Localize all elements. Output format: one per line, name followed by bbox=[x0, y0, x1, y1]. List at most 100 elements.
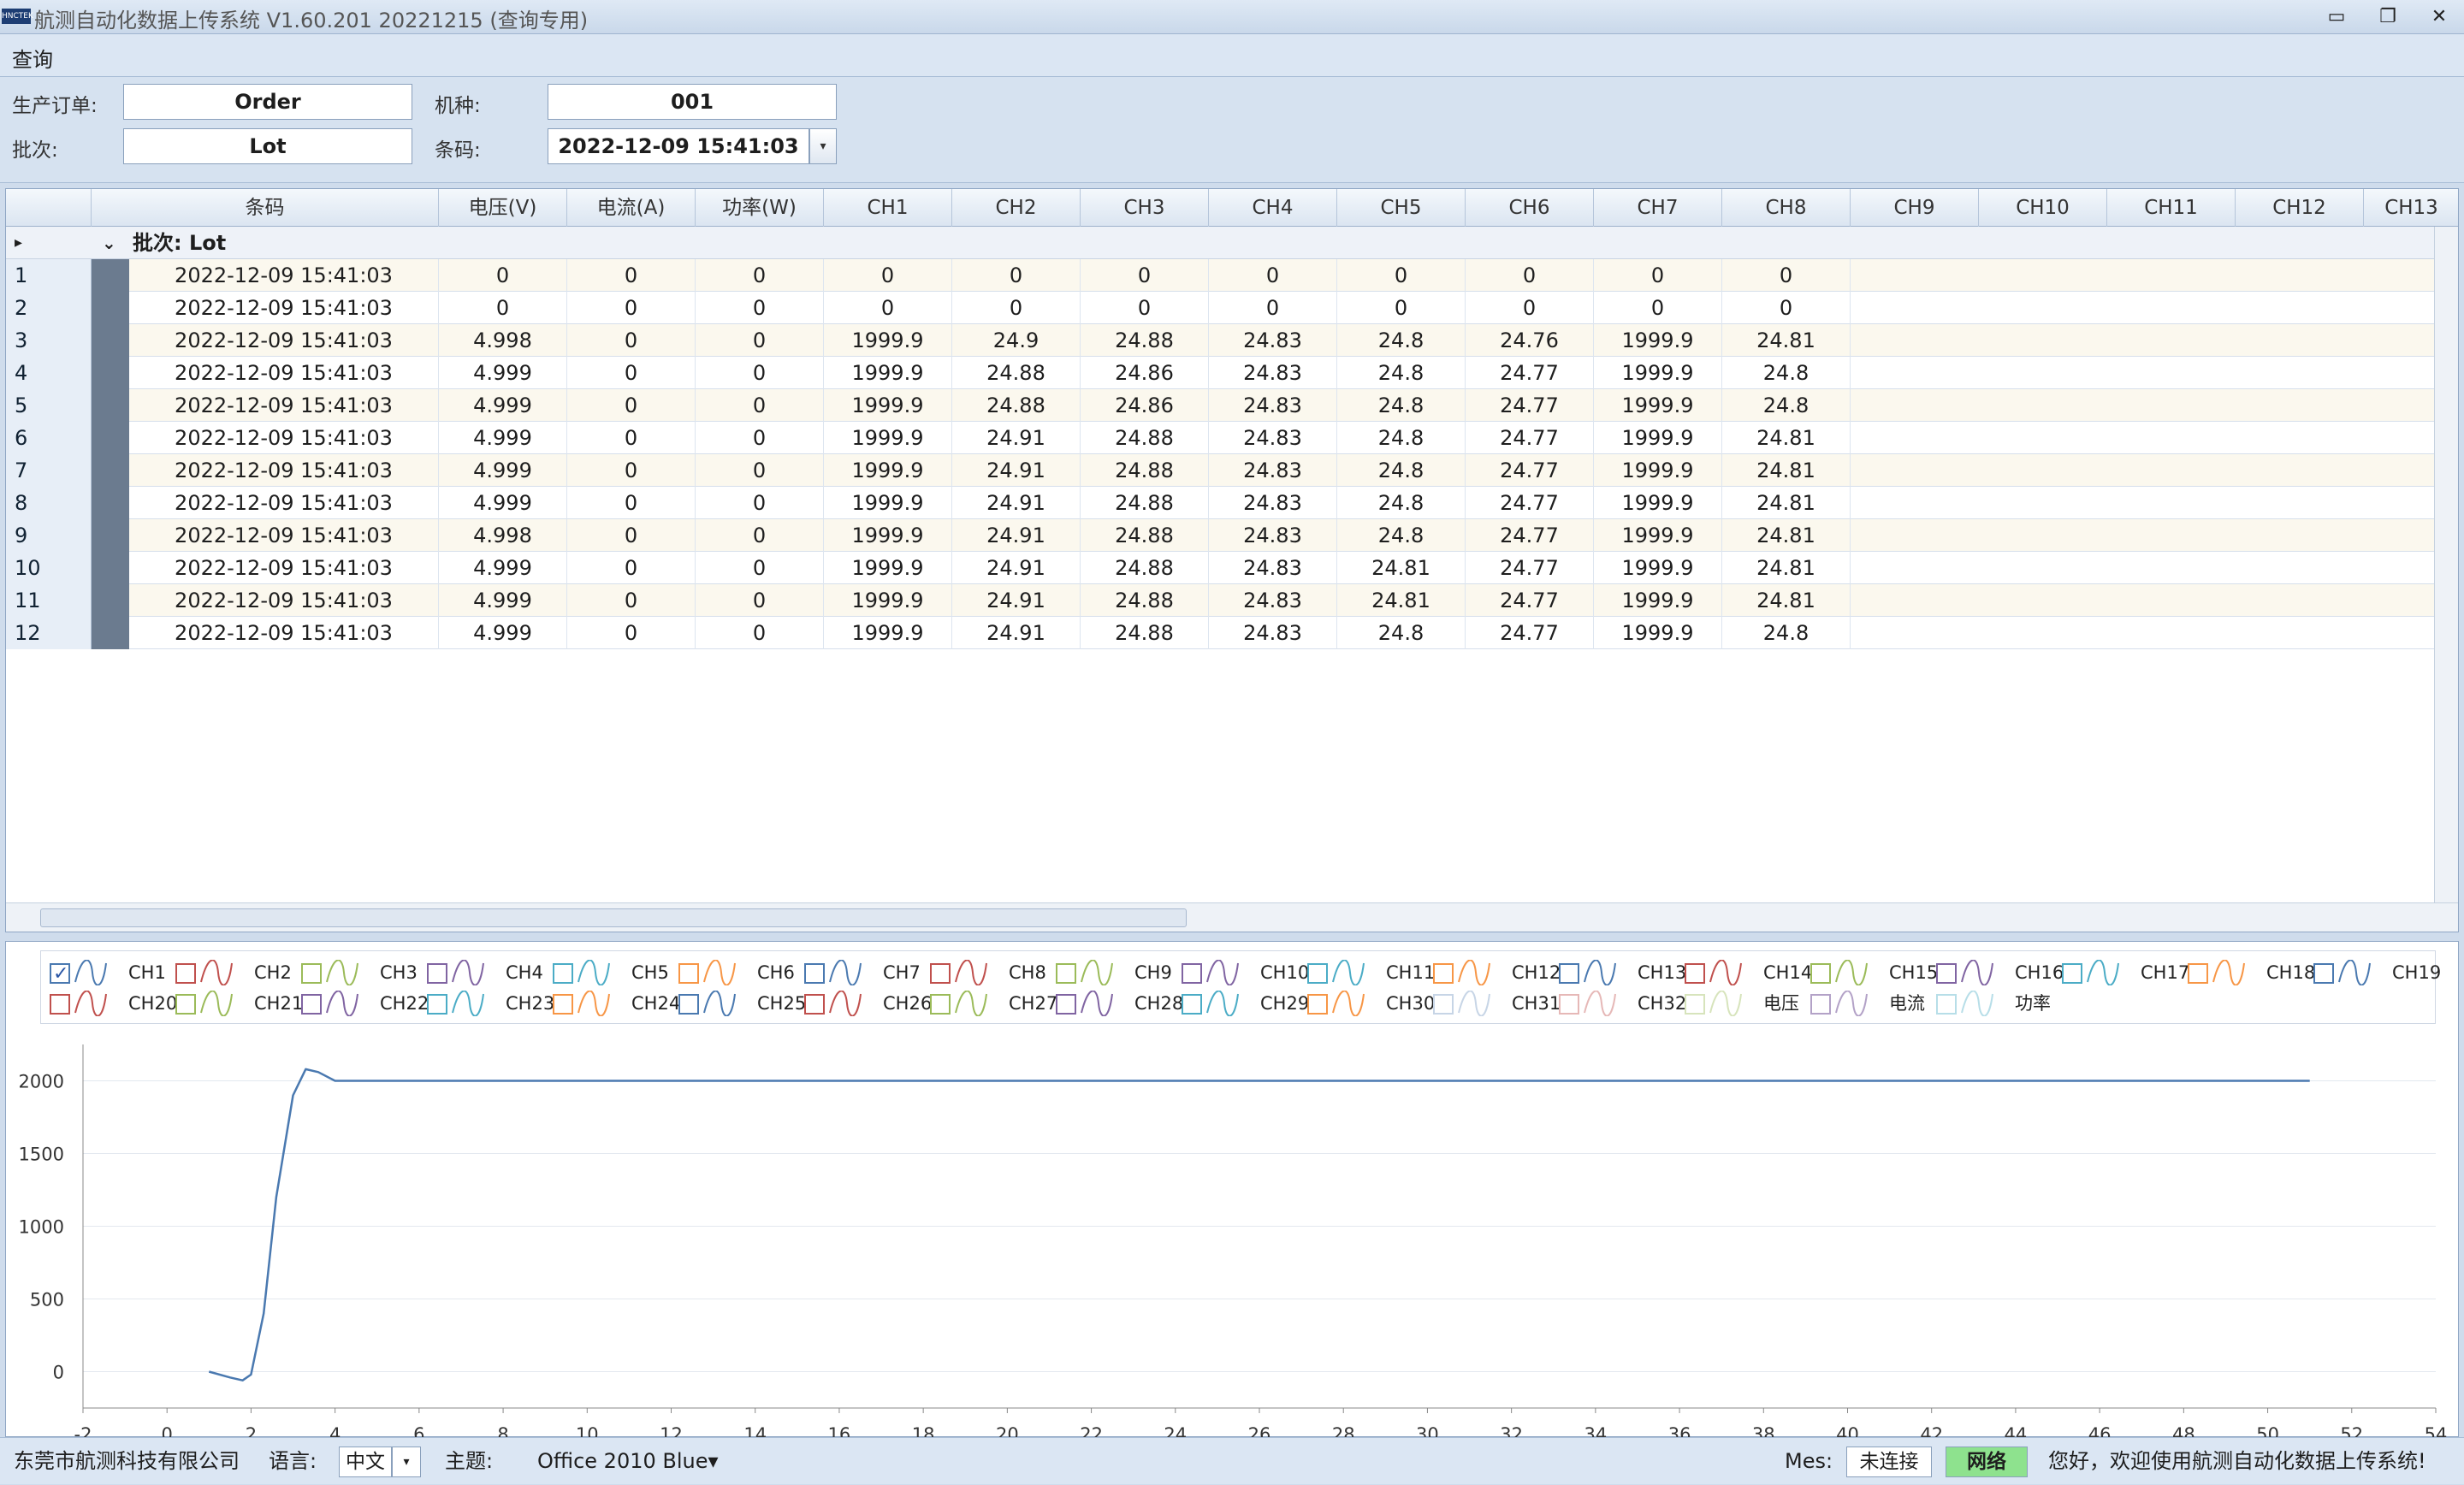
table-cell[interactable]: 24.77 bbox=[1466, 487, 1594, 519]
table-cell[interactable]: 24.76 bbox=[1466, 324, 1594, 357]
table-cell[interactable]: 0 bbox=[952, 259, 1081, 292]
legend-item[interactable]: CH9 bbox=[1056, 958, 1176, 987]
table-cell[interactable]: 0 bbox=[696, 389, 824, 422]
legend-item[interactable]: CH5 bbox=[553, 958, 672, 987]
table-cell[interactable]: 0 bbox=[567, 422, 696, 454]
legend-item[interactable]: CH23 bbox=[427, 989, 554, 1018]
table-cell[interactable]: 0 bbox=[567, 552, 696, 584]
table-cell[interactable]: 24.81 bbox=[1722, 454, 1851, 487]
table-cell[interactable]: 1999.9 bbox=[1594, 584, 1722, 617]
legend-item[interactable]: CH20 bbox=[50, 989, 177, 1018]
legend-checkbox[interactable] bbox=[1810, 963, 1831, 984]
table-row[interactable]: 4 2022-12-09 15:41:03 4.999 0 0 1999.9 24.88 24… bbox=[6, 357, 2436, 389]
table-cell[interactable]: 4.998 bbox=[439, 519, 567, 552]
horizontal-scroll-thumb[interactable] bbox=[40, 908, 1187, 927]
table-cell[interactable]: 0 bbox=[696, 357, 824, 389]
table-cell[interactable]: 2022-12-09 15:41:03 bbox=[129, 454, 439, 487]
legend-item[interactable]: CH1 bbox=[50, 958, 169, 989]
table-cell[interactable]: 24.81 bbox=[1722, 584, 1851, 617]
group-row[interactable]: ▸ ⌄ 批次: Lot bbox=[6, 227, 2436, 259]
legend-checkbox[interactable] bbox=[1685, 994, 1705, 1015]
table-cell[interactable]: 0 bbox=[696, 487, 824, 519]
col-header-current[interactable]: 电流(A) bbox=[567, 189, 696, 227]
col-header-ch9[interactable]: CH9 bbox=[1851, 189, 1979, 227]
col-header-ch11[interactable]: CH11 bbox=[2107, 189, 2236, 227]
table-cell[interactable]: 0 bbox=[567, 454, 696, 487]
table-cell[interactable]: 24.88 bbox=[1081, 552, 1209, 584]
table-cell[interactable]: 24.83 bbox=[1209, 324, 1337, 357]
table-cell[interactable]: 24.88 bbox=[1081, 487, 1209, 519]
table-cell[interactable]: 0 bbox=[696, 454, 824, 487]
table-cell[interactable]: 0 bbox=[1594, 259, 1722, 292]
table-cell[interactable]: 24.77 bbox=[1466, 552, 1594, 584]
table-cell[interactable]: 0 bbox=[439, 292, 567, 324]
table-cell[interactable]: 1999.9 bbox=[1594, 324, 1722, 357]
legend-checkbox[interactable] bbox=[301, 994, 322, 1015]
col-header-ch8[interactable]: CH8 bbox=[1722, 189, 1851, 227]
table-cell[interactable]: 4.999 bbox=[439, 357, 567, 389]
language-dropdown-button[interactable]: ▾ bbox=[392, 1447, 421, 1477]
legend-item[interactable]: CH31 bbox=[1433, 989, 1561, 1018]
col-header-ch3[interactable]: CH3 bbox=[1081, 189, 1209, 227]
legend-checkbox[interactable] bbox=[301, 963, 322, 984]
legend-checkbox[interactable] bbox=[427, 963, 447, 984]
legend-item[interactable]: CH32 bbox=[1559, 989, 1686, 1018]
table-cell[interactable]: 24.8 bbox=[1722, 357, 1851, 389]
legend-checkbox[interactable] bbox=[804, 994, 825, 1015]
legend-item[interactable]: CH17 bbox=[2062, 958, 2189, 987]
table-cell[interactable]: 24.83 bbox=[1209, 552, 1337, 584]
table-cell[interactable]: 1999.9 bbox=[1594, 552, 1722, 584]
legend-item[interactable]: CH16 bbox=[1936, 958, 2064, 987]
legend-checkbox[interactable] bbox=[1307, 963, 1328, 984]
table-cell[interactable]: 24.86 bbox=[1081, 357, 1209, 389]
table-cell[interactable]: 24.88 bbox=[952, 389, 1081, 422]
table-cell[interactable]: 2022-12-09 15:41:03 bbox=[129, 487, 439, 519]
table-cell[interactable]: 2022-12-09 15:41:03 bbox=[129, 389, 439, 422]
legend-checkbox[interactable] bbox=[930, 994, 951, 1015]
legend-checkbox[interactable] bbox=[427, 994, 447, 1015]
table-cell[interactable]: 4.999 bbox=[439, 454, 567, 487]
col-header-ch1[interactable]: CH1 bbox=[824, 189, 952, 227]
legend-checkbox[interactable] bbox=[1936, 963, 1957, 984]
table-cell[interactable]: 0 bbox=[567, 519, 696, 552]
table-cell[interactable]: 24.9 bbox=[952, 324, 1081, 357]
table-cell[interactable]: 1999.9 bbox=[824, 454, 952, 487]
table-cell[interactable]: 0 bbox=[1081, 292, 1209, 324]
table-cell[interactable]: 24.8 bbox=[1722, 617, 1851, 649]
table-cell[interactable]: 2022-12-09 15:41:03 bbox=[129, 552, 439, 584]
legend-checkbox[interactable] bbox=[2188, 963, 2208, 984]
legend-item[interactable]: CH8 bbox=[930, 958, 1050, 987]
table-cell[interactable]: 24.77 bbox=[1466, 389, 1594, 422]
legend-checkbox[interactable] bbox=[678, 994, 699, 1015]
table-cell[interactable]: 0 bbox=[1081, 259, 1209, 292]
table-cell[interactable]: 0 bbox=[952, 292, 1081, 324]
legend-checkbox[interactable] bbox=[1810, 994, 1831, 1015]
legend-checkbox[interactable] bbox=[1056, 994, 1076, 1015]
table-cell[interactable]: 24.81 bbox=[1337, 552, 1466, 584]
table-cell[interactable]: 0 bbox=[696, 422, 824, 454]
table-row[interactable]: 7 2022-12-09 15:41:03 4.999 0 0 1999.9 24.91 24… bbox=[6, 454, 2436, 487]
table-cell[interactable]: 24.77 bbox=[1466, 519, 1594, 552]
table-cell[interactable]: 0 bbox=[696, 259, 824, 292]
table-cell[interactable]: 0 bbox=[824, 259, 952, 292]
table-cell[interactable]: 1999.9 bbox=[1594, 389, 1722, 422]
barcode-dropdown-button[interactable]: ▾ bbox=[809, 128, 837, 164]
table-cell[interactable]: 2022-12-09 15:41:03 bbox=[129, 324, 439, 357]
legend-checkbox[interactable] bbox=[1056, 963, 1076, 984]
barcode-input[interactable]: 2022-12-09 15:41:03 bbox=[548, 128, 809, 164]
table-cell[interactable]: 0 bbox=[567, 617, 696, 649]
table-cell[interactable]: 1999.9 bbox=[824, 584, 952, 617]
legend-checkbox[interactable] bbox=[1559, 963, 1579, 984]
table-cell[interactable]: 24.81 bbox=[1722, 552, 1851, 584]
table-cell[interactable]: 24.81 bbox=[1722, 324, 1851, 357]
col-header-ch2[interactable]: CH2 bbox=[952, 189, 1081, 227]
legend-item[interactable]: CH29 bbox=[1182, 989, 1309, 1018]
table-cell[interactable]: 0 bbox=[439, 259, 567, 292]
table-cell[interactable]: 2022-12-09 15:41:03 bbox=[129, 292, 439, 324]
legend-item[interactable]: CH22 bbox=[301, 989, 429, 1018]
table-cell[interactable]: 4.998 bbox=[439, 324, 567, 357]
table-cell[interactable]: 24.83 bbox=[1209, 389, 1337, 422]
table-cell[interactable]: 24.91 bbox=[952, 422, 1081, 454]
table-cell[interactable]: 0 bbox=[567, 487, 696, 519]
table-cell[interactable]: 0 bbox=[696, 617, 824, 649]
